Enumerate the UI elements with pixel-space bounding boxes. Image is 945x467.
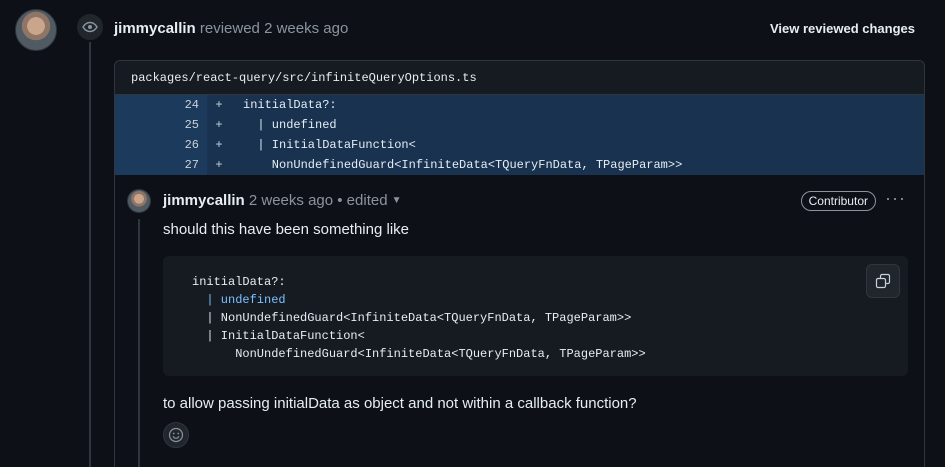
thread-line: [138, 219, 140, 467]
diff-line: 27 + NonUndefinedGuard<InfiniteData<TQue…: [115, 155, 924, 175]
diff-line: 26 + | InitialDataFunction<: [115, 135, 924, 155]
comment-author[interactable]: jimmycallin: [163, 192, 245, 209]
diff-line: 25 + | undefined: [115, 115, 924, 135]
diff-code: | undefined: [243, 118, 337, 132]
code-line: initialData?:: [192, 275, 286, 289]
line-number[interactable]: 24: [115, 95, 207, 115]
diff-line: 24 + initialData?:: [115, 95, 924, 115]
code-line: | undefined: [192, 293, 286, 307]
pull-request-review-page: jimmycallin reviewed 2 weeks ago View re…: [0, 0, 945, 467]
diff-code: | InitialDataFunction<: [243, 138, 416, 152]
comment-avatar[interactable]: [127, 189, 151, 213]
smiley-icon[interactable]: [163, 422, 189, 448]
timeline-line: [89, 42, 91, 467]
code-line: | InitialDataFunction<: [192, 329, 365, 343]
review-event: jimmycallin reviewed 2 weeks ago: [114, 20, 348, 38]
review-author[interactable]: jimmycallin: [114, 20, 196, 37]
review-comment: jimmycallin 2 weeks ago • edited ▼ Contri…: [115, 175, 924, 467]
diff-code: NonUndefinedGuard<InfiniteData<TQueryFnD…: [243, 158, 683, 172]
more-options-button[interactable]: ···: [885, 188, 906, 208]
review-action-text: reviewed 2 weeks ago: [199, 20, 349, 37]
diff-hunk: 24 + initialData?: 25 + | undefined 26 +…: [115, 95, 924, 175]
comment-body-question: should this have been something like: [163, 221, 409, 238]
added-marker: +: [215, 158, 223, 172]
view-reviewed-changes-link[interactable]: View reviewed changes: [770, 20, 915, 38]
added-marker: +: [215, 118, 223, 132]
added-marker: +: [215, 98, 223, 112]
diff-code: initialData?:: [243, 98, 337, 112]
line-number[interactable]: 25: [115, 115, 207, 135]
comment-body-followup: to allow passing initialData as object a…: [163, 395, 637, 412]
comment-meta-text[interactable]: 2 weeks ago • edited: [249, 192, 388, 209]
triangle-down-icon[interactable]: ▼: [392, 192, 402, 210]
file-path[interactable]: packages/react-query/src/infiniteQueryOp…: [115, 61, 924, 95]
avatar[interactable]: [15, 9, 57, 51]
line-number[interactable]: 26: [115, 135, 207, 155]
code-line: | NonUndefinedGuard<InfiniteData<TQueryF…: [192, 311, 632, 325]
comment-header: jimmycallin 2 weeks ago • edited ▼: [163, 192, 401, 210]
contributor-badge: Contributor: [800, 191, 876, 211]
eye-icon: [75, 12, 105, 42]
review-thread: packages/react-query/src/infiniteQueryOp…: [114, 60, 925, 467]
line-number[interactable]: 27: [115, 155, 207, 175]
suggested-code-block: initialData?: | undefined | NonUndefined…: [163, 256, 908, 376]
code-line: NonUndefinedGuard<InfiniteData<TQueryFnD…: [192, 347, 646, 361]
added-marker: +: [215, 138, 223, 152]
copy-icon[interactable]: [866, 264, 900, 298]
